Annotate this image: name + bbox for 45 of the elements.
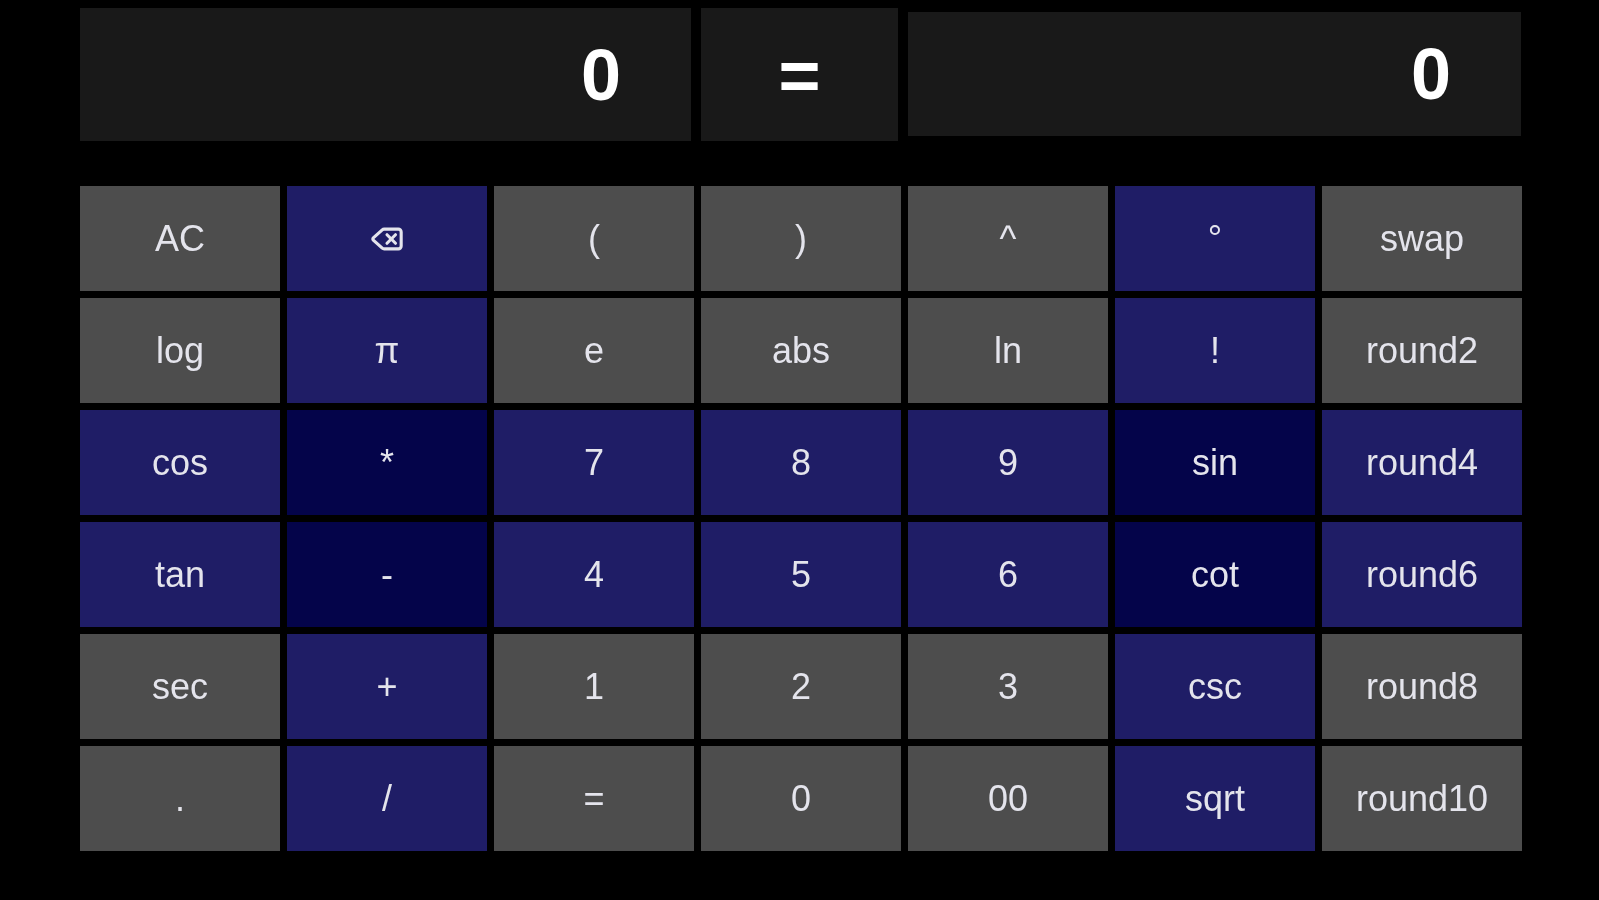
calculator-key[interactable]: 5: [701, 522, 901, 627]
calculator-key[interactable]: ln: [908, 298, 1108, 403]
calculator-key[interactable]: (: [494, 186, 694, 291]
calculator-key[interactable]: ): [701, 186, 901, 291]
calculator-key[interactable]: round8: [1322, 634, 1522, 739]
calculator-key[interactable]: AC: [80, 186, 280, 291]
calculator-key[interactable]: e: [494, 298, 694, 403]
calculator-key[interactable]: .: [80, 746, 280, 851]
calculator-key[interactable]: 7: [494, 410, 694, 515]
calculator-key[interactable]: 9: [908, 410, 1108, 515]
calculator-key[interactable]: sec: [80, 634, 280, 739]
calculator-key[interactable]: 6: [908, 522, 1108, 627]
calculator-key[interactable]: 1: [494, 634, 694, 739]
calculator-key[interactable]: 00: [908, 746, 1108, 851]
calculator-key[interactable]: csc: [1115, 634, 1315, 739]
calculator-key[interactable]: ^: [908, 186, 1108, 291]
calculator-key[interactable]: =: [494, 746, 694, 851]
calculator-key[interactable]: sin: [1115, 410, 1315, 515]
result-display: 0: [908, 12, 1521, 136]
calculator-key[interactable]: tan: [80, 522, 280, 627]
calculator-key[interactable]: log: [80, 298, 280, 403]
backspace-key[interactable]: [287, 186, 487, 291]
calculator-key[interactable]: cos: [80, 410, 280, 515]
calculator-key[interactable]: *: [287, 410, 487, 515]
calculator-key[interactable]: °: [1115, 186, 1315, 291]
calculator-key[interactable]: !: [1115, 298, 1315, 403]
calculator-key[interactable]: +: [287, 634, 487, 739]
calculator-key[interactable]: -: [287, 522, 487, 627]
calculator-key[interactable]: 3: [908, 634, 1108, 739]
expression-display: 0: [80, 8, 691, 141]
calculator-key[interactable]: round2: [1322, 298, 1522, 403]
calculator-key[interactable]: 0: [701, 746, 901, 851]
calculator-key[interactable]: 4: [494, 522, 694, 627]
calculator-key[interactable]: /: [287, 746, 487, 851]
calculator-key[interactable]: swap: [1322, 186, 1522, 291]
calculator-key[interactable]: abs: [701, 298, 901, 403]
calculator-key[interactable]: 2: [701, 634, 901, 739]
calculator-key[interactable]: 8: [701, 410, 901, 515]
calculator-key[interactable]: sqrt: [1115, 746, 1315, 851]
calculator-key[interactable]: round10: [1322, 746, 1522, 851]
equals-sign: =: [701, 8, 898, 141]
calculator-key[interactable]: π: [287, 298, 487, 403]
calculator-key[interactable]: cot: [1115, 522, 1315, 627]
calculator-key[interactable]: round4: [1322, 410, 1522, 515]
calculator-key[interactable]: round6: [1322, 522, 1522, 627]
